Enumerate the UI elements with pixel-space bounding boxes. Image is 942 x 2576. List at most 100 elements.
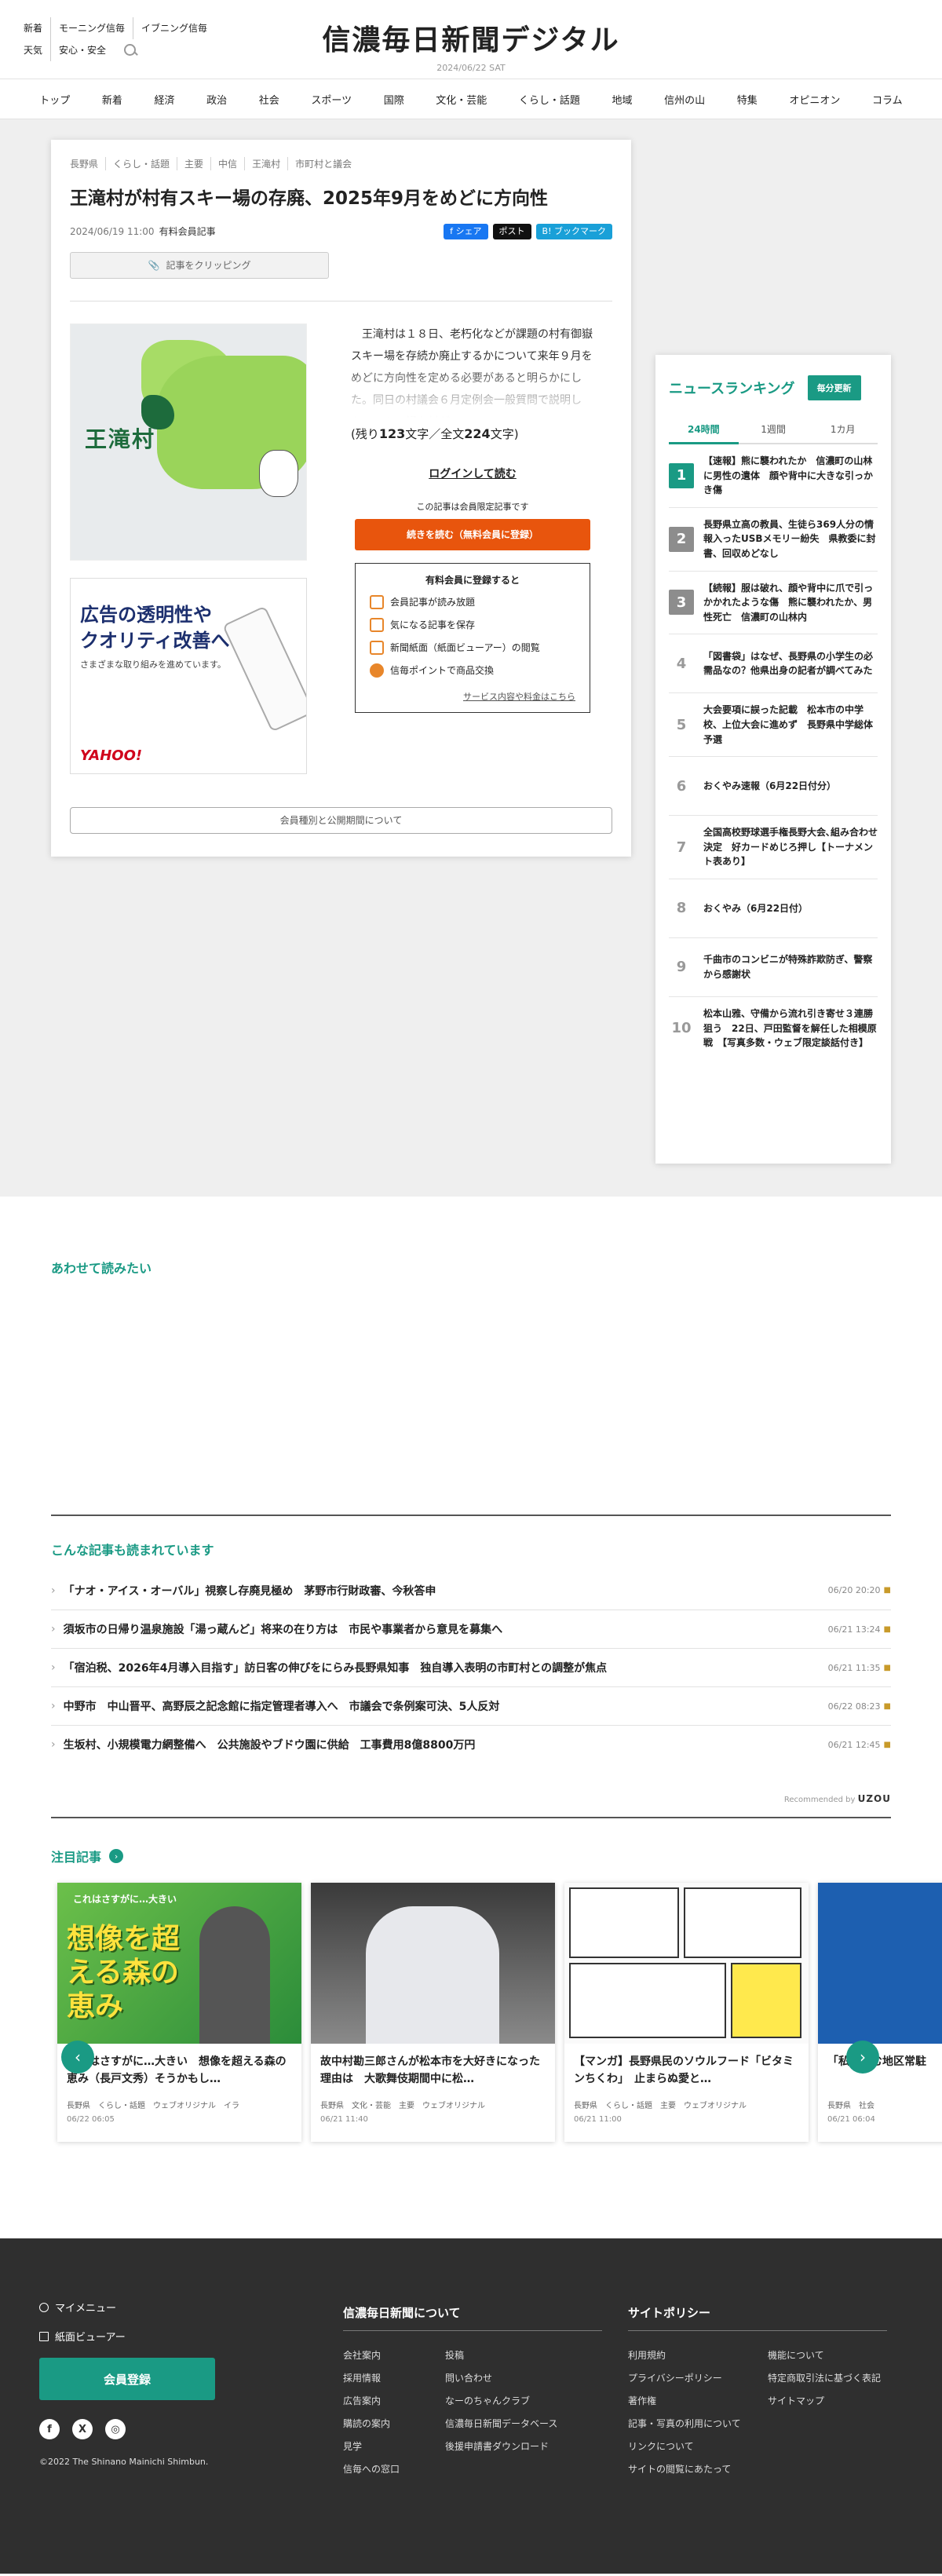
lock-icon: ■: [883, 1624, 891, 1634]
footer-link[interactable]: サイトマップ: [768, 2394, 893, 2407]
crumb-otaki[interactable]: 王滝村: [244, 157, 287, 170]
crumb-assembly[interactable]: 市町村と議会: [287, 157, 359, 170]
footer-link[interactable]: サイトの閲覧にあたって: [628, 2462, 768, 2476]
ranking-item[interactable]: 1 【速報】熊に襲われたか 信濃町の山林に男性の遺体 顔や背中に大きな引っかき傷: [669, 444, 878, 508]
nav-mountains[interactable]: 信州の山: [659, 92, 710, 107]
nav-culture[interactable]: 文化・芸能: [431, 92, 491, 107]
ranking-item[interactable]: 3 【続報】服は破れ、顔や背中に爪で引っかかれたような傷 熊に襲われたか、男性死亡…: [669, 572, 878, 635]
article-date: 2024/06/19 11:00: [70, 225, 155, 237]
footer-link[interactable]: 購読の案内: [343, 2417, 445, 2430]
tab-24h[interactable]: 24時間: [669, 416, 739, 444]
footer-link[interactable]: プライバシーポリシー: [628, 2371, 768, 2384]
paperclip-icon: 📎: [148, 259, 160, 271]
viewer-link[interactable]: 紙面ビューアー: [39, 2329, 215, 2344]
chevron-right-icon: ›: [51, 1700, 56, 1712]
facebook-share-button[interactable]: f シェア: [444, 223, 488, 239]
clip-article-button[interactable]: 📎 記事をクリッピング: [70, 251, 329, 279]
crumb-main[interactable]: 主要: [177, 157, 210, 170]
footer-link[interactable]: 著作権: [628, 2394, 768, 2407]
nav-international[interactable]: 国際: [379, 92, 409, 107]
arrow-right-icon[interactable]: ›: [109, 1849, 124, 1863]
nav-features[interactable]: 特集: [732, 92, 762, 107]
list-item[interactable]: › 生坂村、小規模電力網整備へ 公共施設やブドウ園に供給 工事費用8億8800万円…: [51, 1725, 891, 1763]
card-thumbnail: これはさすがに…大きい 想像を超える森の恵み: [57, 1883, 301, 2044]
site-logo[interactable]: 信濃毎日新聞デジタル 2024/06/22 SAT: [0, 17, 942, 73]
nav-new[interactable]: 新着: [97, 92, 127, 107]
main-area: 長野県 くらし・話題 主要 中信 王滝村 市町村と議会 王滝村が村有スキー場の存…: [0, 119, 942, 1197]
tab-1month[interactable]: 1カ月: [808, 416, 878, 444]
featured-title[interactable]: 注目記事: [51, 1847, 101, 1865]
list-item[interactable]: › 「宿泊税、2026年4月導入目指す」訪日客の伸びをにらみ長野県知事 独自導入表…: [51, 1648, 891, 1686]
footer-link[interactable]: [768, 2417, 893, 2430]
footer-link[interactable]: 見学: [343, 2439, 445, 2453]
nav-politics[interactable]: 政治: [202, 92, 232, 107]
ranking-badge: 毎分更新: [807, 375, 861, 400]
list-item[interactable]: › 須坂市の日帰り温泉施設「湯っ蔵んど」将来の在り方は 市民や事業者から意見を募集…: [51, 1610, 891, 1648]
instagram-icon[interactable]: ◎: [105, 2419, 126, 2439]
crumb-chushin[interactable]: 中信: [210, 157, 244, 170]
nav-sports[interactable]: スポーツ: [306, 92, 356, 107]
featured-card[interactable]: これはさすがに…大きい 想像を超える森の恵み これはさすがに…大きい 想像を超え…: [57, 1883, 301, 2142]
footer-link[interactable]: 投稿: [445, 2348, 602, 2362]
nav-top[interactable]: トップ: [35, 92, 75, 107]
footer-link[interactable]: 利用規約: [628, 2348, 768, 2362]
footer-link[interactable]: 機能について: [768, 2348, 893, 2362]
ranking-item[interactable]: 2 長野県立高の教員、生徒ら369人分の情報入ったUSBメモリー紛失 県教委に封書…: [669, 508, 878, 572]
footer-link[interactable]: 後援申請書ダウンロード: [445, 2439, 602, 2453]
ranking-item[interactable]: 8 おくやみ（6月22日付）: [669, 879, 878, 938]
facebook-icon[interactable]: f: [39, 2419, 60, 2439]
ranking-item[interactable]: 10 松本山雅、守備から流れ引き寄せ３連勝狙う 22日、戸田監督を解任した相模原戦…: [669, 997, 878, 1060]
ranking-item[interactable]: 7 全国高校野球選手権長野大会､組み合わせ決定 好カードめじろ押し【トーナメント表…: [669, 816, 878, 879]
footer-link[interactable]: 信毎への窓口: [343, 2462, 445, 2476]
list-item[interactable]: › 中野市 中山晋平、高野辰之記念館に指定管理者導入へ 市議会で条例案可決、5人反…: [51, 1686, 891, 1725]
service-link[interactable]: サービス内容や料金はこちら: [370, 690, 575, 703]
my-menu-link[interactable]: マイメニュー: [39, 2300, 215, 2315]
footer-link[interactable]: [768, 2439, 893, 2453]
member-info-button[interactable]: 会員種別と公開期間について: [70, 806, 612, 834]
x-post-button[interactable]: ポスト: [492, 223, 531, 239]
login-link[interactable]: ログインして読む: [351, 466, 594, 481]
benefits-box: 有料会員に登録すると 会員記事が読み放題 気になる記事を保存 新聞紙面（紙面ビュ…: [355, 562, 590, 713]
carousel-next-button[interactable]: ›: [846, 2041, 879, 2074]
nav-economy[interactable]: 経済: [150, 92, 180, 107]
footer-link[interactable]: 問い合わせ: [445, 2371, 602, 2384]
ranking-item[interactable]: 4 「図書袋」はなぜ、長野県の小学生の必需品なの？他県出身の記者が調べてみた: [669, 634, 878, 694]
footer-about: 信濃毎日新聞について 会社案内 投稿 採用情報 問い合わせ 広告案内 なーのちゃ…: [343, 2304, 602, 2476]
ranking-item[interactable]: 6 おくやみ速報（6月22日付分）: [669, 757, 878, 817]
crumb-nagano[interactable]: 長野県: [70, 157, 105, 170]
nav-region[interactable]: 地域: [608, 92, 637, 107]
featured-cards: これはさすがに…大きい 想像を超える森の恵み これはさすがに…大きい 想像を超え…: [57, 1883, 942, 2142]
list-item[interactable]: › 「ナオ・アイス・オーバル」視察し存廃見極め 茅野市行財政審、今秋答申 06/20…: [51, 1571, 891, 1610]
carousel-prev-button[interactable]: ‹: [61, 2041, 94, 2074]
featured-card[interactable]: 「私が望む地区常駐 長野県 社会 06/21 06:04: [818, 1883, 942, 2142]
footer-link[interactable]: 採用情報: [343, 2371, 445, 2384]
nav-column[interactable]: コラム: [867, 92, 907, 107]
footer-link[interactable]: 記事・写真の利用について: [628, 2417, 768, 2430]
ranking-item[interactable]: 9 千曲市のコンビニが特殊詐欺防ぎ、警察から感謝状: [669, 938, 878, 997]
footer-link[interactable]: 信濃毎日新聞データベース: [445, 2417, 602, 2430]
crumb-life[interactable]: くらし・話題: [105, 157, 177, 170]
nav-opinion[interactable]: オピニオン: [784, 92, 845, 107]
logo-text: 信濃毎日新聞デジタル: [322, 24, 620, 57]
featured-card[interactable]: 【マンガ】長野県民のソウルフード「ビタミンちくわ」 止まらぬ愛と… 長野県 くら…: [564, 1883, 809, 2142]
ranking-item[interactable]: 5 大会要項に誤った記載 松本市の中学校、上位大会に進めず 長野県中学総体予選: [669, 693, 878, 758]
article-card: 長野県 くらし・話題 主要 中信 王滝村 市町村と議会 王滝村が村有スキー場の存…: [51, 140, 631, 857]
footer-link[interactable]: 特定商取引法に基づく表記: [768, 2371, 893, 2384]
tab-1week[interactable]: 1週間: [738, 416, 809, 444]
chevron-right-icon: ›: [51, 1661, 56, 1674]
footer-link[interactable]: 会社案内: [343, 2348, 445, 2362]
continue-reading-button[interactable]: 続きを読む（無料会員に登録）: [355, 518, 590, 550]
nav-society[interactable]: 社会: [254, 92, 284, 107]
ranking-tabs: 24時間 1週間 1カ月: [669, 416, 878, 444]
featured-card[interactable]: 故中村勘三郎さんが松本市を大好きになった理由は 大歌舞伎期間中に松… 長野県 文…: [311, 1883, 555, 2142]
footer-link[interactable]: なーのちゃんクラブ: [445, 2394, 602, 2407]
article-title: 王滝村が村有スキー場の存廃、2025年9月をめどに方向性: [70, 188, 549, 209]
bookmark-button[interactable]: B! ブックマーク: [535, 223, 612, 239]
footer-policy-title: サイトポリシー: [628, 2304, 887, 2331]
x-icon[interactable]: X: [72, 2419, 93, 2439]
register-button[interactable]: 会員登録: [39, 2358, 215, 2400]
ad-banner[interactable]: 広告の透明性や クオリティ改善への さまざまな取り組みを進めています。 YAHO…: [70, 577, 307, 774]
footer-link[interactable]: 広告案内: [343, 2394, 445, 2407]
footer-link[interactable]: リンクについて: [628, 2439, 768, 2453]
nav-life[interactable]: くらし・話題: [514, 92, 585, 107]
